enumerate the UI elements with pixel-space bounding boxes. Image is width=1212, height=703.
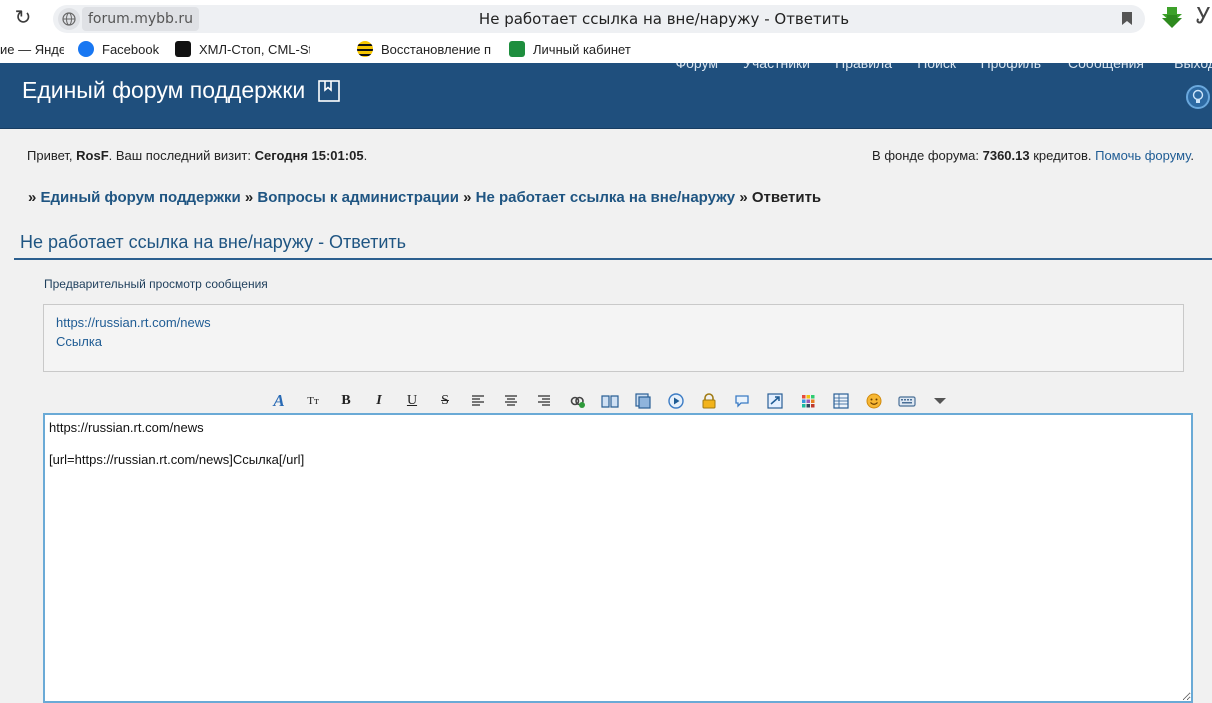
align-left-icon[interactable] [469, 392, 487, 410]
color-icon[interactable] [799, 392, 817, 410]
table-icon[interactable] [832, 392, 850, 410]
nav-logout[interactable]: Выход [1174, 63, 1212, 71]
nav-forum[interactable]: Форум [675, 63, 718, 71]
welcome-bar: Привет, RosF. Ваш последний визит: Сегод… [0, 129, 1212, 179]
nav-profile[interactable]: Профиль [981, 63, 1041, 71]
xml-icon [175, 41, 191, 57]
breadcrumb-link[interactable]: Единый форум поддержки [41, 189, 241, 206]
code-icon[interactable] [766, 392, 784, 410]
nav-rules[interactable]: Правила [835, 63, 892, 71]
extension-icon[interactable]: Ꭹ [1196, 4, 1212, 30]
align-center-icon[interactable] [502, 392, 520, 410]
lock-icon[interactable] [700, 392, 718, 410]
size-icon[interactable]: Tт [304, 392, 322, 410]
spoiler-icon[interactable] [733, 392, 751, 410]
breadcrumb-link[interactable]: Вопросы к администрации [257, 189, 459, 206]
preview-link[interactable]: https://russian.rt.com/news [56, 313, 1171, 332]
page-title-display: Не работает ссылка на вне/наружу - Ответ… [478, 10, 850, 28]
bookmark-item[interactable]: Восстановление п [357, 41, 492, 59]
breadcrumb: » Единый форум поддержки » Вопросы к адм… [28, 189, 822, 206]
divider [14, 258, 1212, 260]
username[interactable]: RosF [76, 148, 109, 163]
bookmark-item[interactable]: ие — Янде [0, 41, 64, 59]
page-title: Не работает ссылка на вне/наружу - Ответ… [20, 232, 406, 252]
breadcrumb-current: Ответить [751, 189, 822, 206]
strike-icon[interactable]: S [436, 392, 454, 410]
image-icon[interactable] [634, 392, 652, 410]
forum-header: Форум Участники Правила Поиск Профиль Со… [0, 63, 1212, 129]
bookmark-item[interactable]: ХМЛ-Стоп, CML-St [175, 41, 310, 59]
underline-icon[interactable]: U [403, 392, 421, 410]
align-right-icon[interactable] [535, 392, 553, 410]
fund-amount: 7360.13 [982, 148, 1030, 163]
font-icon[interactable]: A [270, 392, 288, 410]
beeline-icon [357, 41, 373, 57]
download-icon[interactable] [1160, 6, 1184, 30]
bookmark-item[interactable]: Facebook [78, 41, 159, 59]
more-icon[interactable] [931, 392, 949, 410]
bold-icon[interactable]: B [337, 392, 355, 410]
nav-messages[interactable]: Сообщения [1068, 63, 1144, 71]
reload-icon[interactable]: ↻ [12, 6, 34, 28]
forum-title[interactable]: Единый форум поддержки [22, 77, 305, 104]
bookmarks-bar: ие — Янде Facebook ХМЛ-Стоп, CML-St Восс… [0, 37, 1212, 63]
smile-icon[interactable] [865, 392, 883, 410]
keyboard-icon[interactable] [898, 392, 916, 410]
nav-search[interactable]: Поиск [917, 63, 956, 71]
bookmark-item[interactable]: Личный кабинет [509, 41, 631, 59]
help-forum-link[interactable]: Помочь форуму [1095, 148, 1190, 163]
italic-icon[interactable]: I [370, 392, 388, 410]
browser-toolbar: ↻ forum.mybb.ru Не работает ссылка на вн… [0, 0, 1212, 37]
message-editor[interactable]: https://russian.rt.com/news [url=https:/… [43, 413, 1193, 703]
bookmark-outline-icon[interactable] [318, 79, 340, 103]
cabinet-icon [509, 41, 525, 57]
link-icon[interactable] [568, 392, 586, 410]
preview-link[interactable]: Ссылка [56, 332, 1171, 351]
preview-label: Предварительный просмотр сообщения [44, 277, 268, 291]
preview-box: https://russian.rt.com/news Ссылка [43, 304, 1184, 372]
video-icon[interactable] [667, 392, 685, 410]
welcome-text: Привет, RosF. Ваш последний визит: Сегод… [27, 148, 368, 163]
nav-members[interactable]: Участники [743, 63, 810, 71]
facebook-icon [78, 41, 94, 57]
breadcrumb-link[interactable]: Не работает ссылка на вне/наружу [476, 189, 736, 206]
bookmark-icon[interactable] [1121, 11, 1133, 26]
quote-icon[interactable] [601, 392, 619, 410]
address-bar[interactable]: forum.mybb.ru Не работает ссылка на вне/… [53, 5, 1145, 33]
last-visit: Сегодня 15:01:05 [254, 148, 364, 163]
fund-info: В фонде форума: 7360.13 кредитов. Помочь… [872, 148, 1194, 163]
lightbulb-icon[interactable] [1186, 85, 1210, 109]
